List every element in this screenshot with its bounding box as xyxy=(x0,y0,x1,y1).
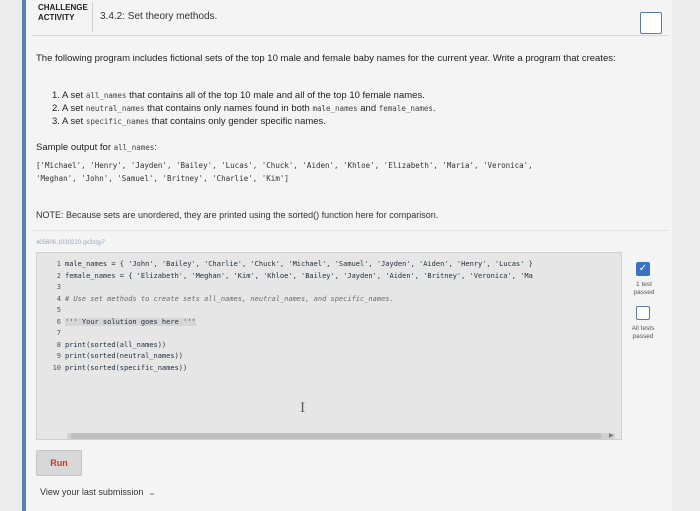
line-text[interactable]: ''' Your solution goes here ''' xyxy=(65,317,196,326)
line-number: 10 xyxy=(52,363,61,372)
task-item: 3. A set specific_names that contains on… xyxy=(52,115,612,128)
line-number: 1 xyxy=(56,260,61,268)
sample-output: ['Michael', 'Henry', 'Jayden', 'Bailey',… xyxy=(36,159,636,185)
intro-text: The following program includes fictional… xyxy=(36,53,616,64)
scrollbar-thumb[interactable] xyxy=(71,433,601,439)
task-text: that contains only gender specific names… xyxy=(149,116,326,127)
line-number: 8 xyxy=(56,340,61,349)
task-text: that contains all of the top 10 male and… xyxy=(126,90,425,101)
sample-label-text: Sample output for xyxy=(36,142,114,153)
code-line[interactable]: 6 ''' Your solution goes here ''' xyxy=(49,317,619,329)
code-line[interactable]: 9 print(sorted(neutral_names)) xyxy=(49,351,619,363)
task-list: 1. A set all_names that contains all of … xyxy=(52,89,612,128)
activity-header: CHALLENGE ACTIVITY 3.4.2: Set theory met… xyxy=(32,0,668,36)
code-line[interactable]: 5 xyxy=(49,305,619,317)
line-number: 2 xyxy=(56,271,61,280)
challenge-activity-label: CHALLENGE ACTIVITY xyxy=(38,3,88,22)
task-text: and xyxy=(357,103,379,114)
task-text: that contains only names found in both xyxy=(144,103,313,114)
task-code: female_names xyxy=(378,104,433,113)
view-submission-label[interactable]: View your last submission xyxy=(40,487,143,497)
code-line[interactable]: 4 # Use set methods to create sets all_na… xyxy=(49,294,619,306)
code-editor[interactable]: 1 male_names = { 'John', 'Bailey', 'Charl… xyxy=(36,252,622,440)
line-text[interactable]: print(sorted(neutral_names)) xyxy=(65,352,183,360)
line-number: 6 xyxy=(56,317,61,326)
scroll-right-icon[interactable]: ▶ xyxy=(609,432,614,439)
line-text[interactable]: female_names = { 'Elizabeth', 'Meghan', … xyxy=(65,272,533,280)
test-passed-check-icon: ✓ xyxy=(636,262,650,276)
task-text: 1. A set xyxy=(52,90,86,101)
run-button[interactable]: Run xyxy=(36,450,82,476)
left-accent-bar xyxy=(22,0,26,511)
sample-label-colon: : xyxy=(154,142,157,153)
task-text: . xyxy=(432,103,436,114)
line-text[interactable]: male_names = { 'John', 'Bailey', 'Charli… xyxy=(65,260,533,268)
code-line[interactable]: 8 print(sorted(all_names)) xyxy=(49,340,619,352)
task-text: 2. A set xyxy=(52,103,86,114)
line-text[interactable]: # Use set methods to create sets all_nam… xyxy=(65,295,394,303)
task-item: 2. A set neutral_names that contains onl… xyxy=(52,102,612,115)
task-item: 1. A set all_names that contains all of … xyxy=(52,89,612,102)
line-number: 9 xyxy=(56,352,61,360)
sample-output-label: Sample output for all_names: xyxy=(36,142,157,153)
section-divider xyxy=(32,230,668,231)
code-line[interactable]: 2 female_names = { 'Elizabeth', 'Meghan',… xyxy=(49,271,619,283)
sample-output-line: 'Meghan', 'John', 'Samuel', 'Britney', '… xyxy=(36,174,289,183)
test-passed-label: 1 test passed xyxy=(633,281,655,296)
line-text[interactable]: print(sorted(specific_names)) xyxy=(65,364,187,372)
code-line[interactable]: 7 xyxy=(49,328,619,340)
line-number: 4 xyxy=(56,294,61,303)
note-text: NOTE: Because sets are unordered, they a… xyxy=(36,210,439,220)
line-number: 3 xyxy=(56,283,61,291)
line-number: 5 xyxy=(56,306,61,314)
code-line[interactable]: 3 xyxy=(49,282,619,294)
sample-label-code: all_names xyxy=(113,143,155,152)
sample-output-line: ['Michael', 'Henry', 'Jayden', 'Bailey',… xyxy=(36,161,533,170)
header-separator xyxy=(92,2,93,32)
code-line[interactable]: 10 print(sorted(specific_names)) xyxy=(49,363,619,375)
all-tests-label: All tests passed xyxy=(631,325,655,340)
line-number: 7 xyxy=(56,329,61,337)
text-cursor-icon: I xyxy=(300,401,306,416)
completion-checkbox xyxy=(640,12,662,34)
code-line[interactable]: 1 male_names = { 'John', 'Bailey', 'Charl… xyxy=(49,259,619,271)
code-lines[interactable]: 1 male_names = { 'John', 'Bailey', 'Charl… xyxy=(49,259,619,374)
chevron-down-icon[interactable]: ⌄ xyxy=(148,489,156,497)
task-code: male_names xyxy=(312,104,358,113)
task-text: 3. A set xyxy=(52,116,86,127)
horizontal-scrollbar[interactable] xyxy=(67,433,615,439)
task-code: all_names xyxy=(85,91,127,100)
task-code: neutral_names xyxy=(85,104,145,113)
task-code: specific_names xyxy=(85,117,150,126)
view-last-submission[interactable]: View your last submission ⌄ xyxy=(40,487,156,497)
activity-title: 3.4.2: Set theory methods. xyxy=(100,11,218,22)
line-text[interactable]: print(sorted(all_names)) xyxy=(65,341,166,349)
lab-id: 405606.1030220.qx3zqy7 xyxy=(36,240,106,246)
all-tests-checkbox xyxy=(636,306,650,320)
